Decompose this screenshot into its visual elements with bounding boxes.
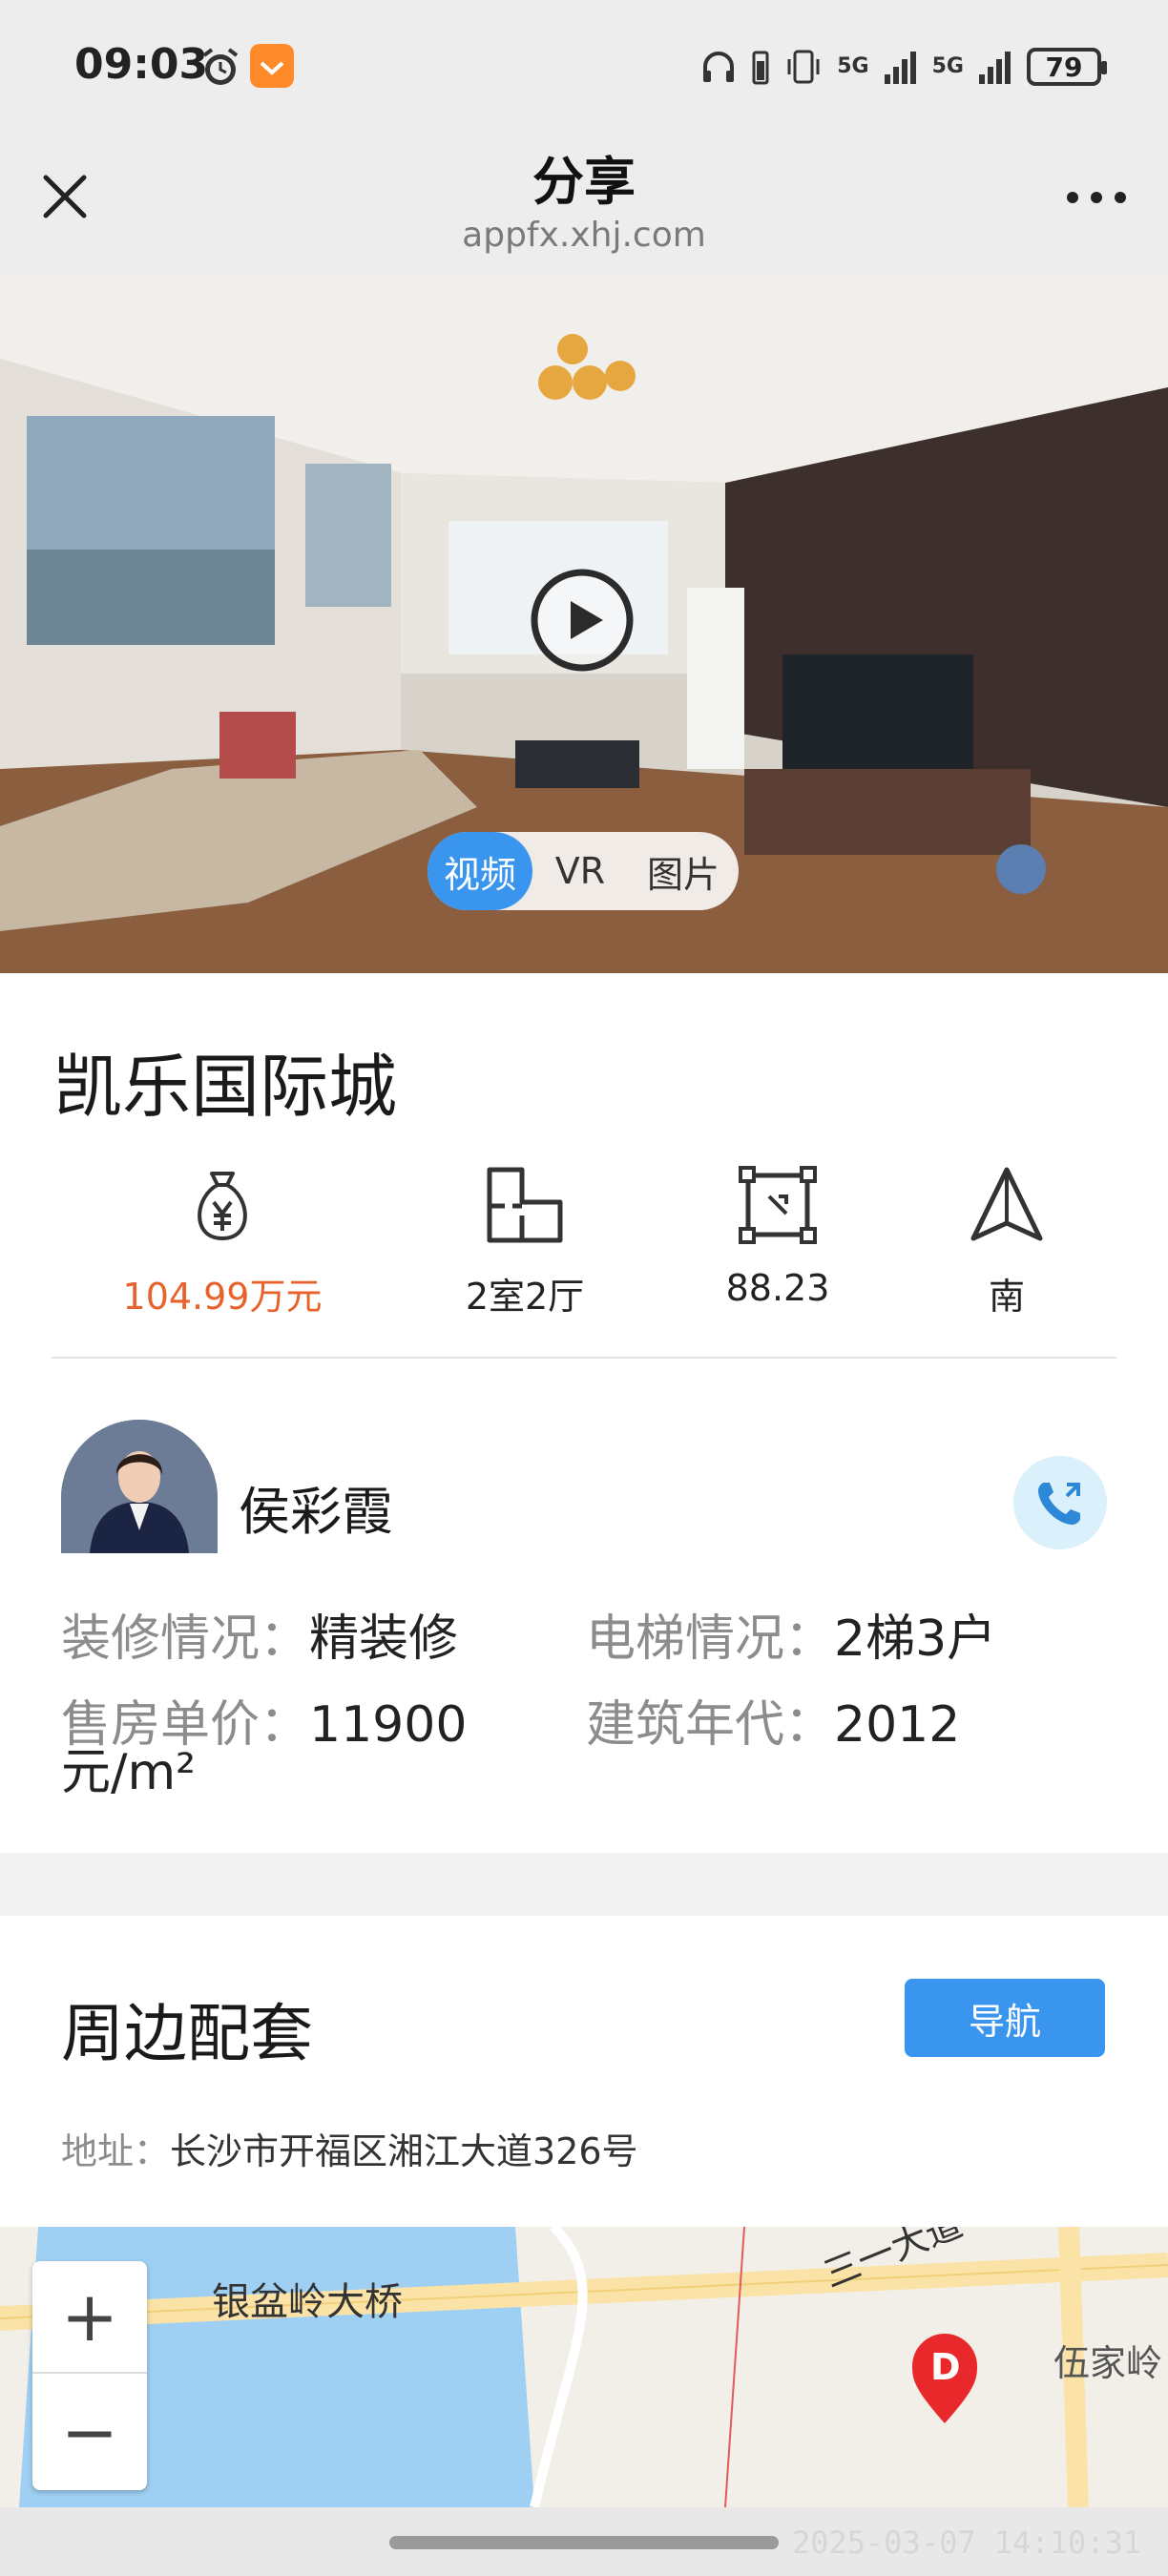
media-type-tabs: 视频 VR 图片 — [428, 832, 739, 910]
tab-photos[interactable]: 图片 — [628, 832, 739, 910]
area-measure-icon — [739, 1166, 817, 1244]
attr-build-year-value: 2012 — [834, 1696, 961, 1754]
attr-decoration: 装修情况：精装修 — [61, 1612, 458, 1666]
map-zoom-controls: + − — [32, 2261, 147, 2490]
stat-price: 104.99万元 — [108, 1164, 337, 1319]
attr-build-year-key: 建筑年代： — [586, 1696, 835, 1754]
page-title: 分享 — [532, 152, 636, 212]
navigate-button[interactable]: 导航 — [905, 1979, 1105, 2057]
status-time: 09:03 — [74, 40, 209, 89]
status-icons: 5G 5G 79 — [699, 42, 1107, 92]
section-separator — [0, 1853, 1168, 1916]
address: 地址：长沙市开福区湘江大道326号 — [61, 2122, 638, 2174]
stat-price-value: 104.99万元 — [122, 1276, 323, 1318]
alarm-clock-icon — [202, 48, 239, 85]
attr-unit-price-unit: 元/m² — [61, 1744, 197, 1801]
listing-title: 凯乐国际城 — [53, 1047, 398, 1127]
section-divider — [52, 1357, 1116, 1359]
stat-layout: 2室2厅 — [410, 1164, 639, 1319]
play-video-icon[interactable] — [529, 567, 636, 674]
attr-elevator-value: 2梯3户 — [834, 1610, 997, 1668]
headphones-icon — [703, 52, 735, 82]
tab-video[interactable]: 视频 — [428, 832, 532, 910]
address-key: 地址： — [61, 2130, 171, 2172]
stat-orientation: 南 — [892, 1164, 1121, 1319]
map-marker-label: D — [930, 2346, 961, 2388]
stat-area-value: 88.23 — [725, 1267, 830, 1309]
surroundings-title: 周边配套 — [61, 1997, 313, 2070]
phone-call-icon — [1038, 1483, 1080, 1525]
map-place-label: 伍家岭 — [1053, 2342, 1162, 2384]
money-bag-icon — [198, 1172, 247, 1240]
compass-direction-icon — [970, 1167, 1043, 1241]
map-canvas: 银盆岭大桥 三一大道 伍家岭 D — [0, 2227, 1168, 2507]
home-indicator[interactable] — [389, 2536, 779, 2549]
attr-elevator: 电梯情况：2梯3户 — [586, 1612, 996, 1666]
app-notification-icon — [250, 44, 294, 88]
network-5g-label-1: 5G — [837, 54, 869, 78]
stat-orientation-value: 南 — [988, 1276, 1025, 1318]
call-agent-button[interactable] — [1013, 1456, 1107, 1549]
webview-header: 分享 appfx.xhj.com — [0, 134, 1168, 273]
zoom-out-button[interactable]: − — [32, 2376, 147, 2488]
battery-small-icon — [752, 51, 769, 85]
attr-unit-price-value: 11900 — [309, 1696, 468, 1754]
zoom-in-button[interactable]: + — [32, 2261, 147, 2374]
agent-name: 侯彩霞 — [239, 1482, 393, 1542]
more-options-icon[interactable] — [1063, 183, 1130, 212]
signal-icon-2 — [979, 52, 1011, 84]
attr-decoration-value: 精装修 — [309, 1610, 459, 1668]
map-view[interactable]: 银盆岭大桥 三一大道 伍家岭 D — [0, 2227, 1168, 2507]
page-url: appfx.xhj.com — [462, 216, 706, 255]
map-bridge-label: 银盆岭大桥 — [212, 2280, 403, 2324]
attr-elevator-key: 电梯情况： — [586, 1610, 835, 1668]
stat-area: 88.23 — [663, 1164, 892, 1309]
network-5g-label-2: 5G — [931, 54, 964, 78]
property-media-viewer[interactable]: 视频 VR 图片 — [0, 273, 1168, 973]
tab-vr[interactable]: VR — [532, 832, 628, 910]
status-bar: 09:03 5G 5G 79 — [0, 0, 1168, 134]
attr-decoration-key: 装修情况： — [61, 1610, 310, 1668]
signal-icon-1 — [884, 52, 916, 84]
agent-avatar[interactable] — [61, 1420, 218, 1553]
attr-build-year: 建筑年代：2012 — [586, 1698, 960, 1752]
address-value: 长沙市开福区湘江大道326号 — [170, 2130, 638, 2172]
battery-indicator: 79 — [1027, 48, 1107, 86]
vibrate-icon — [787, 50, 820, 84]
floor-plan-icon — [487, 1167, 563, 1243]
watermark-timestamp: 2025-03-07 14:10:31 — [791, 2524, 1141, 2561]
stat-layout-value: 2室2厅 — [465, 1276, 585, 1318]
